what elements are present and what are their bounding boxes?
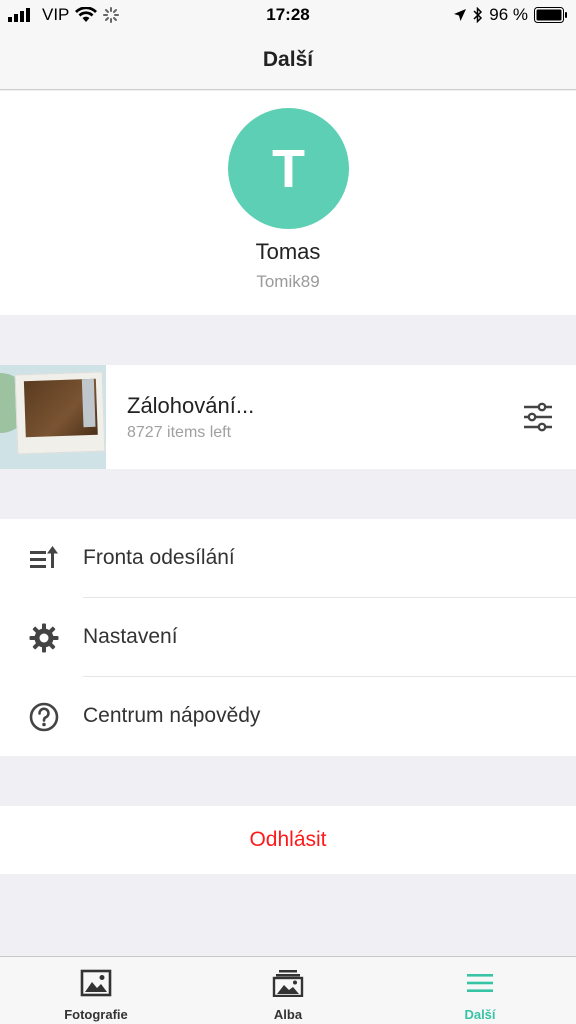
- battery-percent: 96 %: [489, 5, 528, 24]
- status-bar: VIP 17:28 96 %: [0, 0, 576, 30]
- tab-label: Fotografie: [64, 1007, 128, 1022]
- tab-more[interactable]: Další: [384, 957, 576, 1024]
- profile-username: Tomik89: [256, 272, 320, 291]
- tab-label: Alba: [273, 1007, 303, 1022]
- profile-name: Tomas: [255, 239, 321, 264]
- logout-label: Odhlásit: [249, 828, 327, 851]
- battery-icon: [534, 7, 567, 23]
- location-arrow-icon: [454, 9, 467, 21]
- page-title: Další: [262, 47, 314, 71]
- backup-thumbnail: [0, 365, 106, 469]
- bluetooth-icon: [473, 7, 483, 23]
- gear-icon: [29, 623, 59, 653]
- menu-list: Fronta odesílání Nastavení Centrum nápov…: [0, 519, 576, 756]
- menu-item-settings[interactable]: Nastavení: [0, 598, 576, 677]
- menu-item-label: Centrum nápovědy: [83, 704, 261, 727]
- backup-items-left: 8727 items left: [127, 424, 232, 441]
- photo-icon: [80, 969, 112, 997]
- menu-item-upload-queue[interactable]: Fronta odesílání: [0, 519, 576, 598]
- tab-photos[interactable]: Fotografie: [0, 957, 192, 1024]
- menu-item-help-center[interactable]: Centrum nápovědy: [0, 677, 576, 756]
- profile-section: T Tomas Tomik89: [0, 91, 576, 315]
- tab-albums[interactable]: Alba: [192, 957, 384, 1024]
- logout-button[interactable]: Odhlásit: [0, 806, 576, 874]
- avatar-initial: T: [272, 138, 305, 199]
- sliders-icon[interactable]: [520, 401, 556, 433]
- help-circle-icon: [29, 702, 59, 732]
- albums-icon: [272, 970, 304, 997]
- avatar[interactable]: T: [228, 108, 349, 229]
- status-right: 96 %: [453, 5, 568, 25]
- backup-status-row[interactable]: Zálohování... 8727 items left: [0, 365, 576, 469]
- navigation-bar: Další: [0, 30, 576, 90]
- backup-title: Zálohování...: [127, 393, 255, 418]
- upload-queue-icon: [30, 546, 58, 568]
- menu-item-label: Fronta odesílání: [83, 546, 235, 569]
- tab-bar: Fotografie Alba Další: [0, 956, 576, 1024]
- menu-icon: [467, 974, 493, 992]
- tab-label: Další: [464, 1007, 496, 1022]
- menu-item-label: Nastavení: [83, 625, 178, 648]
